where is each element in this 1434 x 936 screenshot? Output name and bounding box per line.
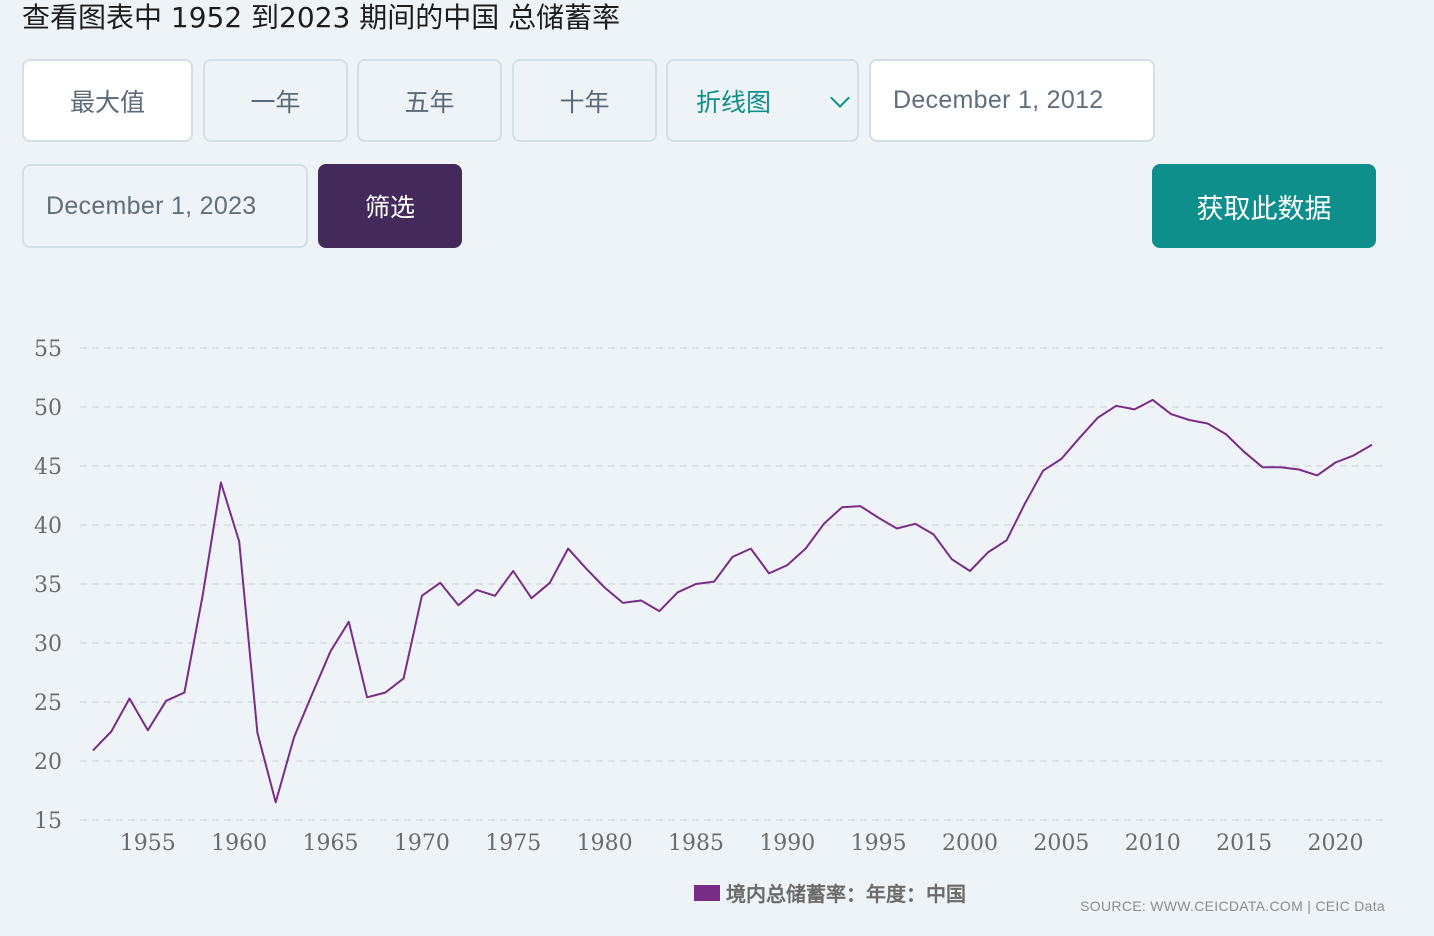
y-tick-label: 30 [34,632,62,657]
y-tick-label: 20 [34,750,62,775]
x-axis: 1955 1960 1965 1970 1975 1980 1985 1990 1995 2000… [120,831,1364,856]
legend-label: 境内总储蓄率：年度：中国 [726,882,966,906]
y-axis: 15 20 25 30 35 40 45 50 55 [34,337,62,834]
x-tick-label: 1995 [851,831,907,856]
line-chart: 152025303540455055 1955 1960 1965 1970 1975 1… [34,337,1384,856]
series [92,398,1373,804]
x-tick-label: 1955 [120,831,176,856]
x-tick-label: 1965 [303,831,359,856]
source-text: SOURCE: WWW.CEICDATA.COM | CEIC Data [1080,898,1385,914]
x-tick-label: 2010 [1125,831,1181,856]
x-tick-label: 1985 [668,831,724,856]
y-tick-label: 15 [34,809,62,834]
y-tick-label: 35 [34,573,62,598]
x-tick-label: 2005 [1033,831,1089,856]
x-tick-label: 1980 [577,831,633,856]
x-tick-label: 2000 [942,831,998,856]
y-tick-label: 50 [34,396,62,421]
y-tick-label: 55 [34,337,62,362]
page: 查看图表中 1952 到2023 期间的中国 总储蓄率 最大值 一年 五年 十年… [0,0,1434,936]
legend-swatch [694,884,720,901]
x-tick-label: 1975 [485,831,541,856]
x-tick-label: 1960 [211,831,267,856]
x-tick-label: 2015 [1216,831,1272,856]
series-line[interactable] [92,398,1373,804]
x-tick-label: 1970 [394,831,450,856]
chart-legend[interactable]: 境内总储蓄率：年度：中国 [694,878,966,907]
y-tick-label: 45 [34,455,62,480]
x-tick-label: 1990 [759,831,815,856]
y-tick-label: 40 [34,514,62,539]
y-tick-label: 25 [34,691,62,716]
x-tick-label: 2020 [1307,831,1363,856]
